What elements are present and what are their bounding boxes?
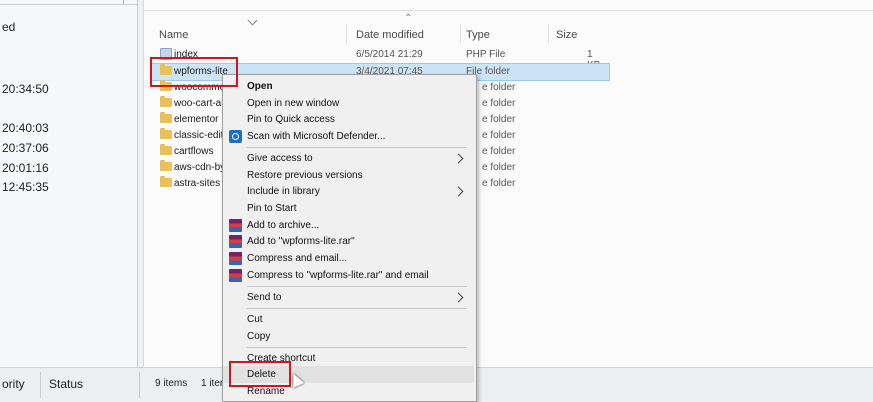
menu-item-label: Scan with Microsoft Defender... <box>247 131 386 142</box>
file-type: e folder <box>482 114 516 125</box>
column-header-size[interactable]: Size <box>556 29 577 41</box>
menu-item-pin-quick-access[interactable]: Pin to Quick access <box>223 111 474 128</box>
time-value: 20:40:03 <box>2 121 49 135</box>
menu-item-label: Pin to Start <box>247 203 297 214</box>
submenu-arrow-icon <box>453 186 464 197</box>
selected-count: 1 iter <box>201 378 224 389</box>
column-header-date-modified[interactable]: Date modified <box>356 29 424 41</box>
menu-item-add-rar[interactable]: Add to "wpforms-lite.rar" <box>223 233 474 250</box>
menu-item-label: Include in library <box>247 186 320 197</box>
menu-item-label: Compress and email... <box>247 253 348 264</box>
menu-item-label: Cut <box>247 314 263 325</box>
column-header-priority[interactable]: ority <box>2 377 25 391</box>
menu-item-label: Restore previous versions <box>247 170 363 181</box>
file-type: e folder <box>482 146 516 157</box>
defender-shield-icon <box>229 130 242 143</box>
column-separator[interactable] <box>40 372 41 398</box>
highlight-box-delete <box>229 361 291 387</box>
file-date: 6/5/2014 21:29 <box>356 49 423 60</box>
menu-item-label: Give access to <box>247 153 313 164</box>
column-separator[interactable] <box>460 24 461 44</box>
column-separator[interactable] <box>346 24 347 44</box>
left-pane-top-edge <box>0 0 137 5</box>
menu-item-copy[interactable]: Copy <box>223 328 474 345</box>
time-value: 20:34:50 <box>2 82 49 96</box>
left-pane-header-fragment: ed <box>2 20 16 34</box>
menu-item-cut[interactable]: Cut <box>223 311 474 328</box>
pane-top-divider <box>144 10 873 11</box>
file-type: PHP File <box>466 49 506 60</box>
menu-item-scan-defender[interactable]: Scan with Microsoft Defender... <box>223 128 474 145</box>
file-type: e folder <box>482 82 516 93</box>
menu-item-label: Add to "wpforms-lite.rar" <box>247 236 355 247</box>
menu-item-compress-rar-email[interactable]: Compress to "wpforms-lite.rar" and email <box>223 267 474 284</box>
folder-icon <box>160 128 172 139</box>
menu-item-label: Open <box>247 81 273 92</box>
folder-icon <box>160 176 172 187</box>
file-type: e folder <box>482 162 516 173</box>
winrar-icon <box>229 269 242 282</box>
context-menu: Open Open in new window Pin to Quick acc… <box>222 74 477 402</box>
collapse-chevron-icon[interactable]: ⌃ <box>404 13 412 24</box>
winrar-icon <box>229 235 242 248</box>
folder-icon <box>160 144 172 155</box>
menu-item-label: Open in new window <box>247 98 340 109</box>
left-pane: ed 20:34:50 20:40:03 20:37:06 20:01:16 1… <box>0 0 138 400</box>
menu-separator <box>247 286 467 287</box>
file-name: woo-cart-ab <box>174 98 227 109</box>
menu-item-compress-email[interactable]: Compress and email... <box>223 250 474 267</box>
winrar-icon <box>229 252 242 265</box>
sort-chevron-icon[interactable] <box>247 15 258 26</box>
menu-item-label: Pin to Quick access <box>247 114 335 125</box>
column-divider[interactable] <box>123 0 124 4</box>
menu-separator <box>247 347 467 348</box>
menu-item-pin-start[interactable]: Pin to Start <box>223 200 474 217</box>
menu-item-label: Send to <box>247 292 282 303</box>
file-name: aws-cdn-by <box>174 162 226 173</box>
items-count: 9 items <box>155 378 188 389</box>
menu-item-restore-versions[interactable]: Restore previous versions <box>223 167 474 184</box>
time-value: 20:37:06 <box>2 141 49 155</box>
file-name: classic-edito <box>174 130 230 141</box>
folder-icon <box>160 112 172 123</box>
menu-item-label: Rename <box>247 386 285 397</box>
menu-item-give-access[interactable]: Give access to <box>223 150 474 167</box>
file-type: e folder <box>482 178 516 189</box>
folder-icon <box>160 96 172 107</box>
menu-item-open-new-window[interactable]: Open in new window <box>223 95 474 112</box>
highlight-box-folder <box>150 57 238 87</box>
file-type: e folder <box>482 98 516 109</box>
column-separator[interactable] <box>548 24 549 44</box>
submenu-arrow-icon <box>453 153 464 164</box>
menu-item-send-to[interactable]: Send to <box>223 289 474 306</box>
menu-item-label: Copy <box>247 331 271 342</box>
time-value: 12:45:35 <box>2 180 49 194</box>
file-name: astra-sites <box>174 178 221 189</box>
column-header-status[interactable]: Status <box>49 377 83 391</box>
submenu-arrow-icon <box>453 292 464 303</box>
menu-item-label: Compress to "wpforms-lite.rar" and email <box>247 270 429 281</box>
file-name: elementor <box>174 114 219 125</box>
menu-item-add-archive[interactable]: Add to archive... <box>223 217 474 234</box>
menu-item-open[interactable]: Open <box>223 78 474 95</box>
menu-separator <box>247 308 467 309</box>
folder-icon <box>160 160 172 171</box>
menu-item-label: Add to archive... <box>247 220 320 231</box>
file-name: cartflows <box>174 146 214 157</box>
menu-item-include-library[interactable]: Include in library <box>223 183 474 200</box>
file-type: e folder <box>482 130 516 141</box>
column-header-name[interactable]: Name <box>159 29 188 41</box>
winrar-icon <box>229 219 242 232</box>
time-value: 20:01:16 <box>2 161 49 175</box>
menu-separator <box>247 147 467 148</box>
pane-divider <box>139 372 140 398</box>
column-header-type[interactable]: Type <box>466 29 490 41</box>
